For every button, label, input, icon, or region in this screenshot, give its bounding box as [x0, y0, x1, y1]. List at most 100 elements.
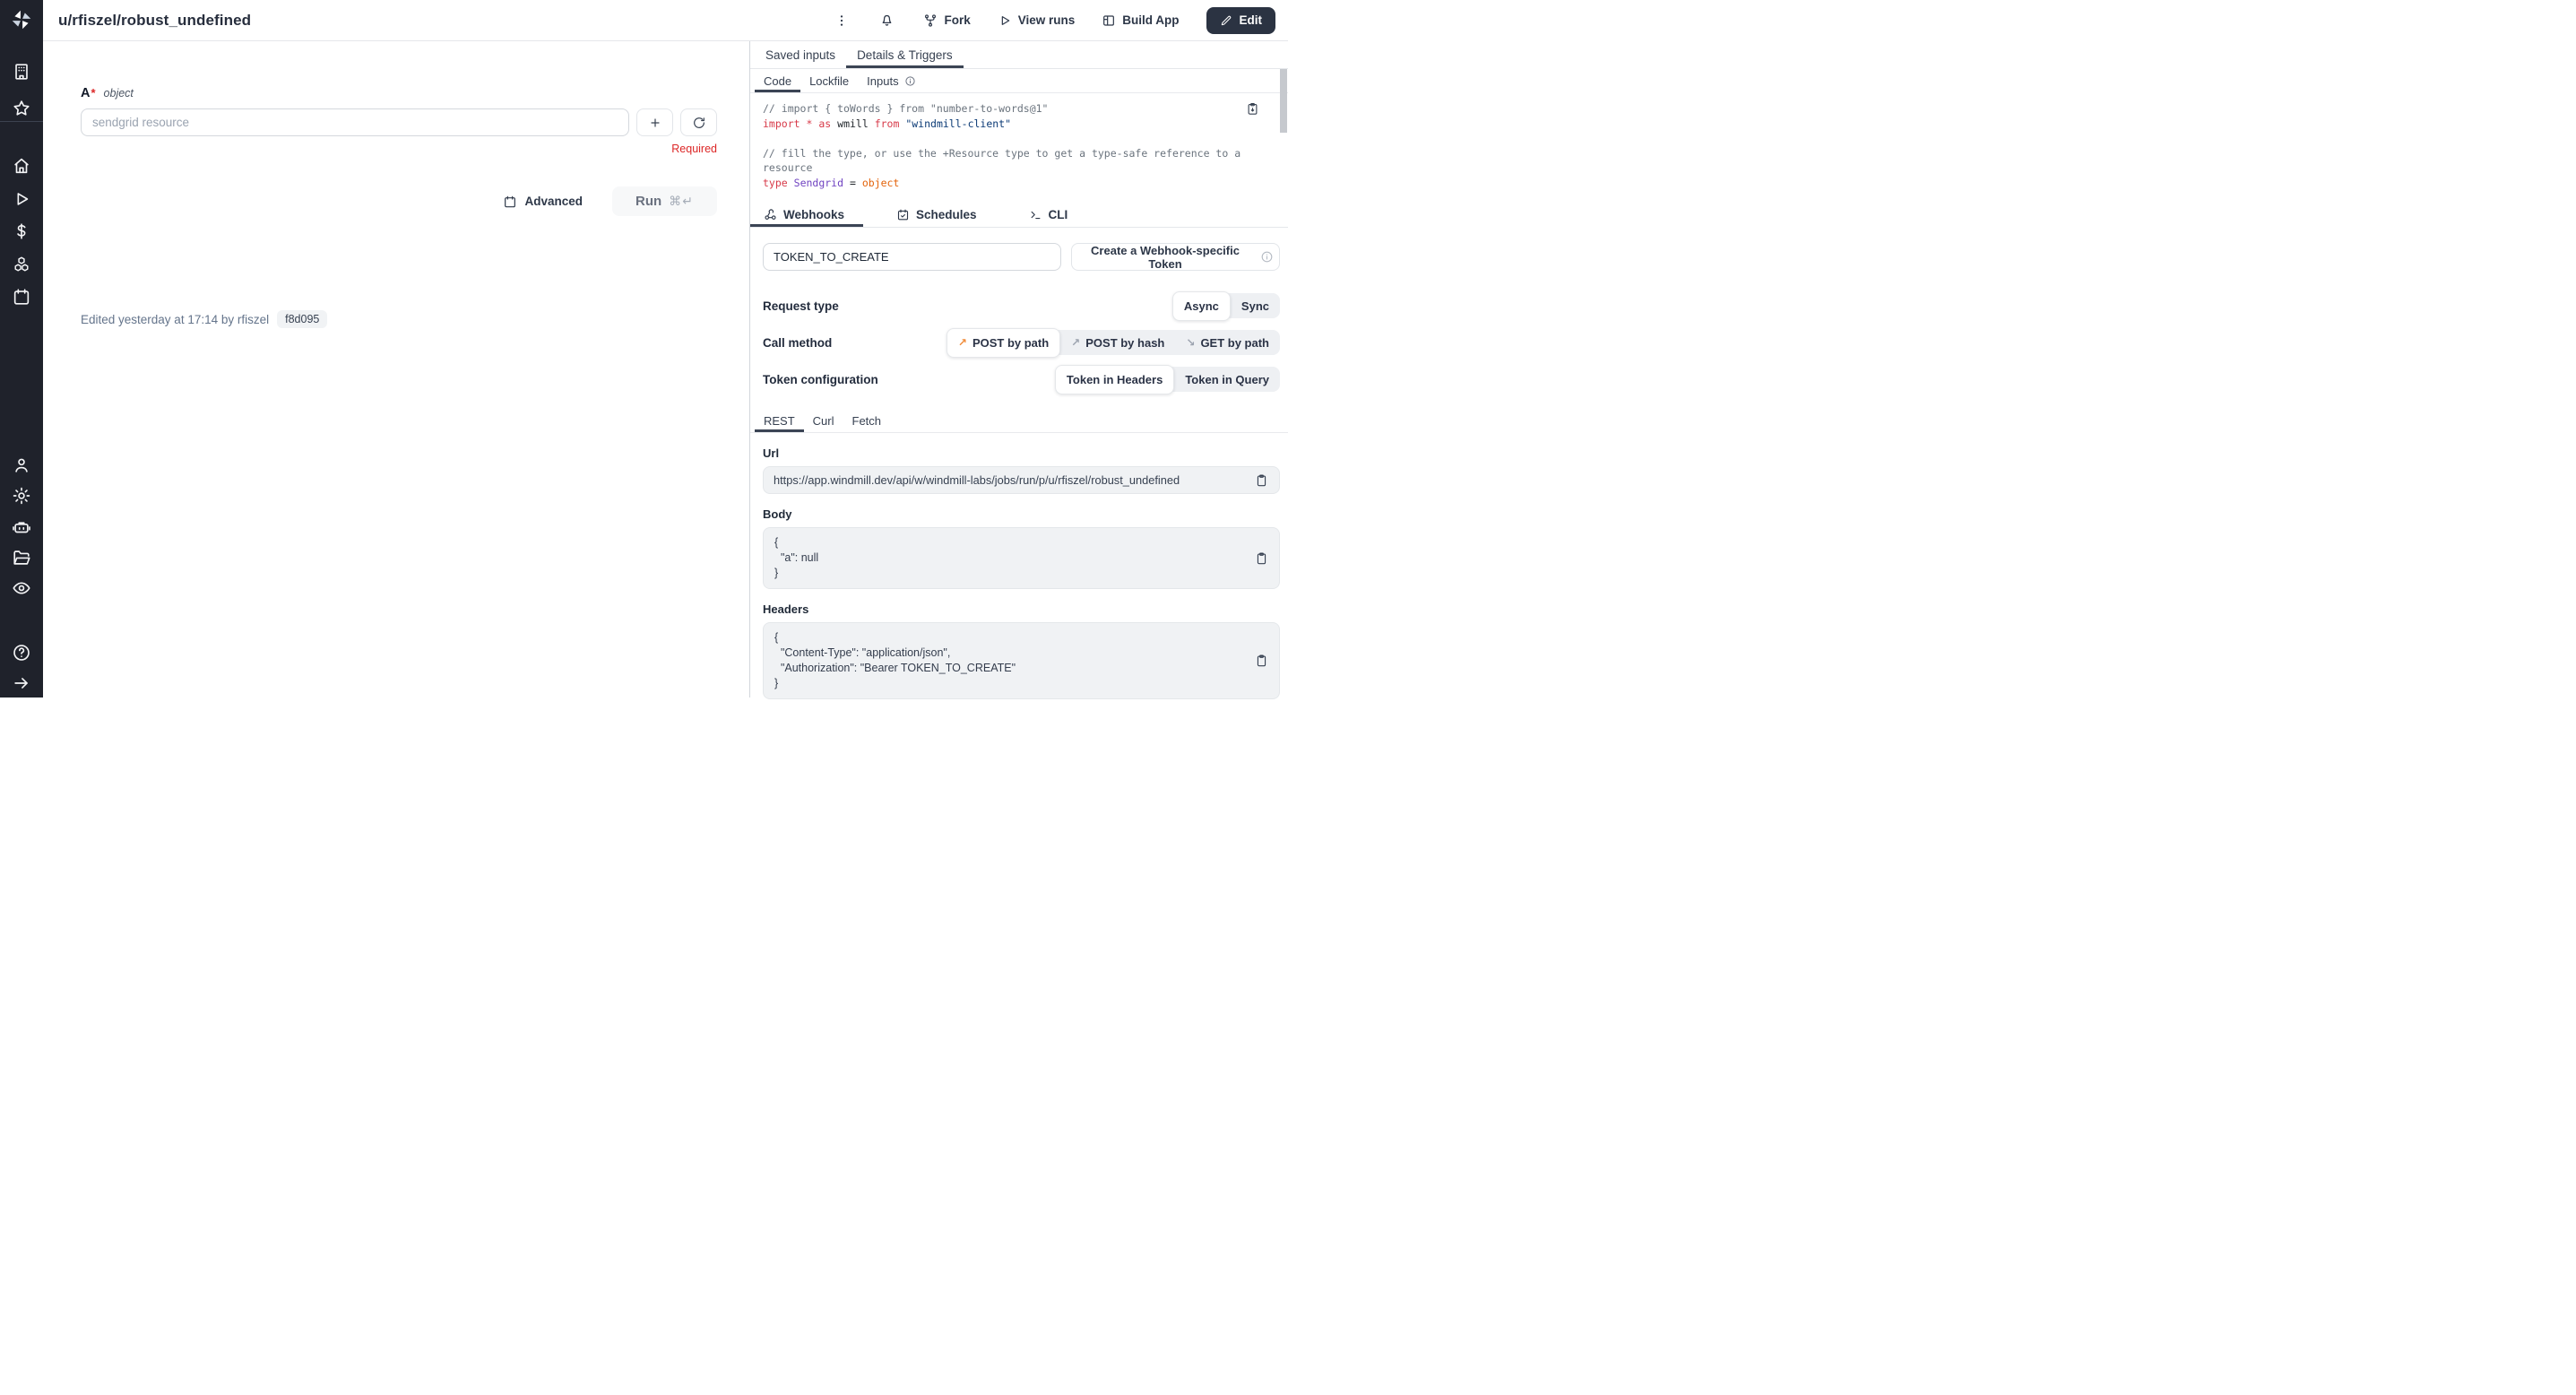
- toggle-option-token-in-headers[interactable]: Token in Headers: [1055, 365, 1174, 394]
- code-subtabs: Code Lockfile Inputs: [750, 69, 1288, 93]
- run-row: Advanced Run ⌘↵: [81, 186, 717, 216]
- argument-name: A: [81, 86, 90, 100]
- layout-panels-icon: [1102, 13, 1116, 28]
- workers-bot-icon[interactable]: [12, 517, 31, 537]
- expand-arrow-icon[interactable]: [12, 673, 31, 693]
- toggle-option-async[interactable]: Async: [1172, 291, 1231, 321]
- version-hash-badge: f8d095: [277, 310, 327, 328]
- script-run-form: A * object Required Advanced: [43, 41, 750, 698]
- topbar-actions: Fork View runs Build App Edit: [833, 7, 1275, 34]
- token-row: Create a Webhook-specific Token: [763, 243, 1280, 271]
- copy-url-button[interactable]: [1253, 472, 1270, 489]
- pencil-icon: [1220, 14, 1232, 27]
- body-box: { "a": null }: [763, 527, 1280, 589]
- edited-info: Edited yesterday at 17:14 by rfiszel: [81, 313, 269, 326]
- tab-fetch[interactable]: Fetch: [843, 409, 891, 432]
- folders-icon[interactable]: [12, 548, 31, 568]
- sidebar-divider: [0, 121, 43, 122]
- toggle-option-token-in-query[interactable]: Token in Query: [1174, 367, 1280, 392]
- tab-details-triggers[interactable]: Details & Triggers: [846, 41, 964, 68]
- copy-body-button[interactable]: [1253, 550, 1270, 567]
- request-type-label: Request type: [763, 299, 839, 313]
- subtab-code[interactable]: Code: [755, 69, 800, 92]
- tab-saved-inputs[interactable]: Saved inputs: [755, 41, 846, 68]
- add-resource-button[interactable]: [636, 108, 673, 136]
- create-webhook-token-button[interactable]: Create a Webhook-specific Token: [1071, 243, 1280, 271]
- code-line: // import { toWords } from "number-to-wo…: [763, 101, 1258, 117]
- clipboard-icon: [1255, 551, 1268, 565]
- runs-play-icon[interactable]: [12, 189, 31, 209]
- snippet-tabs: REST Curl Fetch: [750, 409, 1288, 433]
- schedules-calendar-icon[interactable]: [12, 287, 31, 307]
- advanced-button[interactable]: Advanced: [503, 195, 583, 209]
- fork-button[interactable]: Fork: [923, 13, 970, 28]
- audit-eye-icon[interactable]: [12, 578, 31, 598]
- build-app-button[interactable]: Build App: [1102, 13, 1179, 28]
- subtab-lockfile[interactable]: Lockfile: [800, 69, 858, 92]
- topbar: u/rfiszel/robust_undefined Fork: [43, 0, 1288, 41]
- refresh-button[interactable]: [680, 108, 717, 136]
- copy-headers-button[interactable]: [1253, 653, 1270, 670]
- copy-code-button[interactable]: [1244, 100, 1261, 117]
- view-runs-button[interactable]: View runs: [998, 13, 1076, 28]
- call-method-label: Call method: [763, 336, 832, 350]
- tab-webhooks[interactable]: Webhooks: [750, 203, 863, 227]
- trigger-tabs: Webhooks Schedules CLI: [750, 203, 1288, 228]
- plus-icon: [648, 116, 662, 130]
- settings-gear-icon[interactable]: [12, 486, 31, 506]
- body-json: { "a": null }: [764, 528, 1279, 588]
- call-method-toggle: ↗POST by path↗POST by hash↘GET by path: [947, 330, 1280, 355]
- tab-rest[interactable]: REST: [755, 409, 804, 432]
- kebab-icon: [834, 13, 849, 28]
- favorites-star-icon[interactable]: [12, 99, 31, 118]
- headers-section: Headers { "Content-Type": "application/j…: [750, 602, 1288, 699]
- workspace-building-icon[interactable]: [12, 62, 31, 82]
- code-viewer: // import { toWords } from "number-to-wo…: [750, 93, 1288, 203]
- toggle-option-post-by-hash[interactable]: ↗POST by hash: [1060, 330, 1175, 355]
- tab-curl[interactable]: Curl: [804, 409, 843, 432]
- refresh-icon: [692, 116, 706, 130]
- help-circle-icon[interactable]: [12, 643, 31, 663]
- argument-type: object: [104, 87, 134, 100]
- code-line: import * as wmill from "windmill-client": [763, 117, 1258, 132]
- run-button[interactable]: Run ⌘↵: [612, 186, 717, 216]
- url-box: https://app.windmill.dev/api/w/windmill-…: [763, 466, 1280, 494]
- arrow-down-right-icon: ↘: [1186, 336, 1195, 349]
- headers-json: { "Content-Type": "application/json", "A…: [764, 623, 1279, 698]
- toggle-option-sync[interactable]: Sync: [1231, 293, 1280, 318]
- windmill-logo[interactable]: [10, 8, 33, 31]
- terminal-icon: [1029, 208, 1042, 221]
- toggle-option-get-by-path[interactable]: ↘GET by path: [1175, 330, 1280, 355]
- page-title: u/rfiszel/robust_undefined: [58, 12, 251, 30]
- headers-box: { "Content-Type": "application/json", "A…: [763, 622, 1280, 699]
- edit-button[interactable]: Edit: [1206, 7, 1276, 34]
- webhook-url: https://app.windmill.dev/api/w/windmill-…: [774, 473, 1180, 487]
- code-line: [763, 131, 1258, 146]
- user-icon[interactable]: [12, 455, 31, 475]
- toggle-option-post-by-path[interactable]: ↗POST by path: [947, 328, 1060, 358]
- notifications-button[interactable]: [877, 11, 896, 30]
- request-type-toggle: AsyncSync: [1172, 293, 1280, 318]
- subtab-inputs[interactable]: Inputs: [858, 69, 924, 92]
- headers-label: Headers: [763, 602, 1280, 616]
- home-icon[interactable]: [12, 156, 31, 176]
- required-hint: Required: [81, 143, 717, 155]
- variables-dollar-icon[interactable]: [12, 221, 31, 241]
- token-input[interactable]: [763, 243, 1061, 271]
- clipboard-copy-icon: [1246, 102, 1259, 116]
- more-menu-button[interactable]: [833, 12, 851, 30]
- resources-cubes-icon[interactable]: [12, 255, 31, 274]
- clipboard-icon: [1255, 473, 1268, 487]
- body-label: Body: [763, 507, 1280, 521]
- clipboard-icon: [1255, 654, 1268, 668]
- token-configuration-toggle: Token in HeadersToken in Query: [1055, 367, 1280, 392]
- tab-cli[interactable]: CLI: [1016, 203, 1087, 227]
- resource-input[interactable]: [81, 108, 629, 136]
- edited-info-row: Edited yesterday at 17:14 by rfiszel f8d…: [81, 310, 327, 328]
- arrow-up-right-icon: ↗: [958, 336, 967, 349]
- tab-schedules[interactable]: Schedules: [883, 203, 996, 227]
- code-line: type Sendgrid = object: [763, 176, 1258, 191]
- panel-scrollbar-thumb[interactable]: [1280, 69, 1287, 133]
- body-section: Body { "a": null }: [750, 507, 1288, 589]
- details-panel: Saved inputs Details & Triggers Code Loc…: [749, 41, 1288, 698]
